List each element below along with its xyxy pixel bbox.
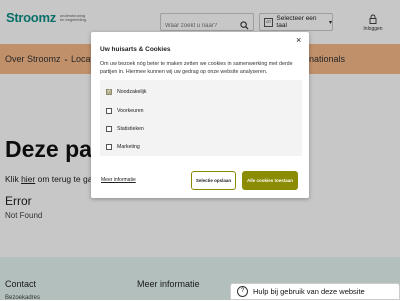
option-noodzakelijk[interactable]: Noodzakelijk	[106, 88, 147, 95]
option-statistieken[interactable]: Statistieken	[106, 126, 144, 132]
option-label: Statistieken	[117, 126, 144, 132]
modal-title: Uw huisarts & Cookies	[100, 46, 171, 53]
accept-all-button[interactable]: Alle cookies toestaan	[242, 171, 298, 190]
help-label: Hulp bij gebruik van deze website	[253, 287, 365, 296]
checkbox-statistieken[interactable]	[106, 126, 112, 132]
checkbox-voorkeuren[interactable]	[106, 108, 112, 114]
option-label: Voorkeuren	[117, 108, 144, 114]
option-label: Noodzakelijk	[117, 89, 147, 95]
modal-description: Om uw bezoek nóg beter te maken zetten w…	[100, 61, 293, 75]
option-label: Marketing	[117, 144, 140, 150]
help-button[interactable]: ? Hulp bij gebruik van deze website	[230, 283, 400, 300]
question-icon: ?	[237, 286, 248, 297]
option-marketing[interactable]: Marketing	[106, 144, 140, 150]
save-selection-button[interactable]: Selectie opslaan	[191, 171, 236, 190]
cookie-options: Noodzakelijk Voorkeuren Statistieken Mar…	[100, 80, 302, 156]
cookie-modal: Uw huisarts & Cookies × Om uw bezoek nóg…	[91, 32, 309, 198]
checkbox-marketing[interactable]	[106, 144, 112, 150]
checkbox-noodzakelijk[interactable]	[106, 88, 112, 95]
close-icon[interactable]: ×	[296, 35, 301, 45]
more-info-link[interactable]: Meer informatie	[101, 177, 136, 183]
option-voorkeuren[interactable]: Voorkeuren	[106, 108, 144, 114]
